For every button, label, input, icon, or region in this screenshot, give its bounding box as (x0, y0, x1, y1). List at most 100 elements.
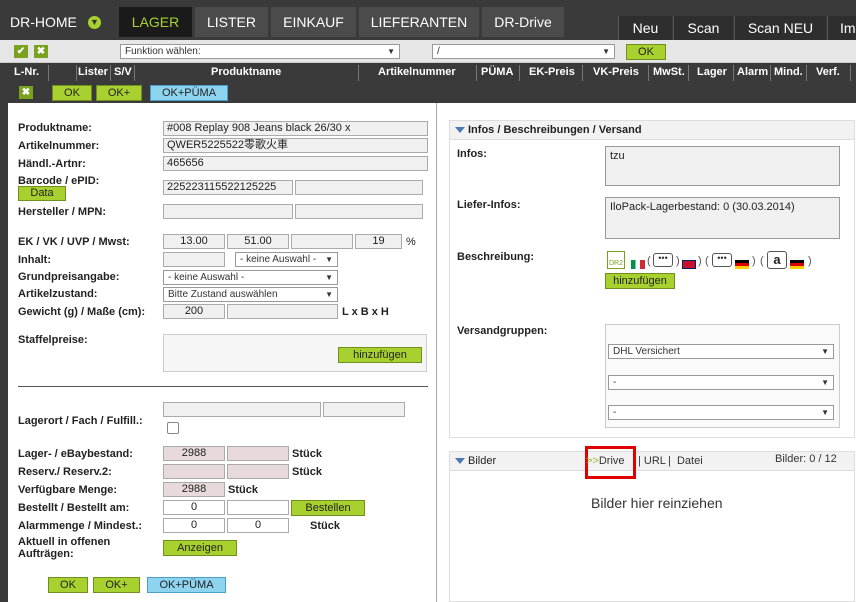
italy-flag-icon[interactable] (631, 260, 645, 269)
toolbar-ok-button[interactable]: OK (626, 44, 666, 60)
uncheck-all-icon[interactable]: ✖ (34, 45, 48, 58)
liefer-infos-textarea[interactable]: IloPack-Lagerbestand: 0 (30.03.2014) (605, 197, 840, 239)
bottom-ok-puma-button[interactable]: OK+PÜMA (147, 577, 226, 593)
mwst-input[interactable]: 19 (355, 234, 402, 249)
hersteller-input[interactable] (163, 204, 293, 219)
ek-input[interactable]: 13.00 (163, 234, 225, 249)
liefer-infos-label: Liefer-Infos: (457, 199, 521, 211)
col-vk-preis[interactable]: VK-Preis (593, 66, 639, 78)
fach-input[interactable] (323, 402, 405, 417)
bestellt-am-input[interactable] (227, 500, 289, 515)
alarmmenge-input[interactable]: 0 (163, 518, 225, 533)
ok-plus-button[interactable]: OK+ (96, 85, 142, 101)
ebay-bestand-input[interactable] (227, 446, 289, 461)
bilder-url-label: URL (643, 455, 666, 467)
reserv2-input[interactable] (227, 464, 289, 479)
tab-import[interactable]: Im (827, 16, 856, 40)
tab-lager[interactable]: LAGER (119, 7, 192, 37)
versand-select-3[interactable]: - ▼ (608, 405, 834, 420)
nav-home-label: DR-HOME (10, 14, 77, 30)
vk-input[interactable]: 51.00 (227, 234, 289, 249)
chevron-down-icon: ▼ (602, 47, 610, 56)
haendl-artnr-label: Händl.-Artnr: (18, 158, 86, 170)
col-mind[interactable]: Mind. (774, 66, 803, 78)
tab-lieferanten[interactable]: LIEFERANTEN (359, 7, 479, 37)
fulfill-checkbox[interactable] (167, 422, 179, 434)
beschreibung-add-button[interactable]: hinzufügen (605, 273, 675, 289)
infos-textarea[interactable]: tzu (605, 146, 840, 186)
close-icon[interactable]: ✖ (19, 86, 33, 99)
bilder-drop-zone[interactable]: Bilder hier reinziehen (591, 495, 723, 511)
col-lnr[interactable]: L-Nr. (14, 66, 39, 78)
versand-value-3: - (613, 407, 617, 418)
versand-select-2[interactable]: - ▼ (608, 375, 834, 390)
amazon-icon[interactable]: a (767, 251, 787, 269)
function-select[interactable]: Funktion wählen: ▼ (120, 44, 400, 59)
haendl-artnr-input[interactable]: 465656 (163, 156, 428, 171)
chevron-down-icon: ▼ (325, 255, 333, 264)
bilder-drive-link[interactable]: >>Drive (586, 455, 625, 467)
germany-flag-icon[interactable] (735, 260, 749, 269)
tab-scan-neu[interactable]: Scan NEU (734, 16, 826, 40)
produktname-input[interactable]: #008 Replay 908 Jeans black 26/30 x (163, 121, 428, 136)
dr-cart-icon[interactable]: DR2 (607, 251, 625, 269)
col-mwst[interactable]: MwSt. (653, 66, 685, 78)
reserv-label: Reserv./ Reserv.2: (18, 466, 112, 478)
versand-select-1[interactable]: DHL Versichert ▼ (608, 344, 834, 359)
barcode-input[interactable]: 225223115522125225 (163, 180, 293, 195)
lagerort-input[interactable] (163, 402, 321, 417)
bottom-ok-plus-button[interactable]: OK+ (93, 577, 140, 593)
bestellt-input[interactable]: 0 (163, 500, 225, 515)
bestellen-button[interactable]: Bestellen (291, 500, 365, 516)
tab-lister[interactable]: LISTER (195, 7, 268, 37)
mpn-input[interactable] (295, 204, 423, 219)
ok-puma-button[interactable]: OK+PÜMA (150, 85, 228, 101)
artikelnummer-input[interactable]: QWER5225522零歌火車 (163, 138, 428, 153)
bilder-datei-link[interactable]: | Datei (668, 455, 703, 467)
path-select-value: / (437, 46, 440, 57)
data-button[interactable]: Data (18, 186, 66, 201)
col-verf[interactable]: Verf. (816, 66, 840, 78)
staffel-add-button[interactable]: hinzufügen (338, 347, 422, 363)
produktname-label: Produktname: (18, 122, 92, 134)
stueck-label: Stück (228, 484, 258, 496)
tab-dr-drive[interactable]: DR-Drive (482, 7, 564, 37)
epid-input[interactable] (295, 180, 423, 195)
paren-close: ) (808, 255, 812, 267)
col-sv[interactable]: S/V (114, 66, 132, 78)
inhalt-input[interactable] (163, 252, 225, 267)
germany-flag-icon[interactable] (790, 260, 804, 269)
tab-neu[interactable]: Neu (618, 16, 672, 40)
gewicht-input[interactable]: 200 (163, 304, 225, 319)
masse-input[interactable] (227, 304, 338, 319)
anzeigen-button[interactable]: Anzeigen (163, 540, 237, 556)
col-artikelnummer[interactable]: Artikelnummer (378, 66, 456, 78)
grundpreis-select[interactable]: - keine Auswahl - ▼ (163, 270, 338, 285)
tab-scan[interactable]: Scan (673, 16, 733, 40)
path-select[interactable]: / ▼ (432, 44, 615, 59)
uvp-input[interactable] (291, 234, 353, 249)
col-separator (358, 65, 359, 81)
col-produktname[interactable]: Produktname (211, 66, 281, 78)
tab-einkauf[interactable]: EINKAUF (271, 7, 356, 37)
col-alarm[interactable]: Alarm (737, 66, 768, 78)
check-all-icon[interactable]: ✔ (14, 45, 28, 58)
mindest-input[interactable]: 0 (227, 518, 289, 533)
infos-header[interactable]: Infos / Beschreibungen / Versand (449, 120, 855, 140)
uk-flag-icon[interactable] (682, 260, 696, 269)
reserv-input[interactable] (163, 464, 225, 479)
more-icon[interactable]: ••• (653, 253, 673, 267)
inhalt-unit-select[interactable]: - keine Auswahl - ▼ (235, 252, 338, 267)
zustand-select[interactable]: Bitte Zustand auswählen ▼ (163, 287, 338, 302)
col-lister[interactable]: Lister (78, 66, 108, 78)
col-lager[interactable]: Lager (697, 66, 727, 78)
bottom-ok-button[interactable]: OK (48, 577, 88, 593)
chevron-down-icon[interactable]: ▼ (88, 16, 101, 29)
inhalt-label: Inhalt: (18, 254, 51, 266)
col-puma[interactable]: PÜMA (481, 66, 513, 78)
ok-button[interactable]: OK (52, 85, 92, 101)
col-ek-preis[interactable]: EK-Preis (529, 66, 575, 78)
more-icon[interactable]: ••• (712, 253, 732, 267)
bilder-url-link[interactable]: | URL (638, 455, 666, 467)
lager-input[interactable]: 2988 (163, 446, 225, 461)
